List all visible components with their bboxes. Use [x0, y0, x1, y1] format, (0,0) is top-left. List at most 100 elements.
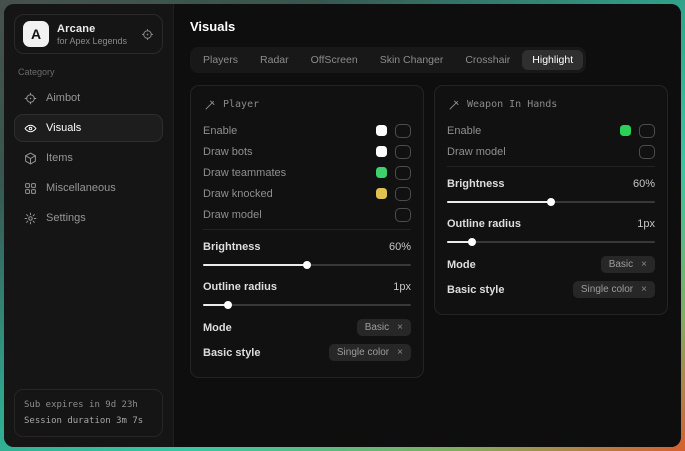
panel-player: PlayerEnableDraw botsDraw teammatesDraw …	[190, 85, 424, 378]
category-label: Category	[18, 67, 159, 77]
slider	[447, 237, 655, 247]
page-title: Visuals	[190, 19, 668, 34]
chip-row-mode: Mode Basic×	[203, 315, 411, 340]
app-name: Arcane	[57, 23, 127, 35]
setting-label: Draw bots	[203, 146, 253, 158]
setting-label: Basic style	[203, 347, 260, 359]
toggle-controls	[639, 145, 655, 159]
checkbox[interactable]	[639, 124, 655, 138]
checkbox[interactable]	[395, 208, 411, 222]
setting-label: Enable	[203, 125, 237, 137]
sidebar-nav: Aimbot VisualsItemsMiscellaneous Settings	[14, 84, 163, 234]
panel-header: Weapon In Hands	[447, 98, 655, 111]
tab-offscreen[interactable]: OffScreen	[301, 50, 368, 70]
close-icon[interactable]: ×	[397, 348, 403, 358]
tab-radar[interactable]: Radar	[250, 50, 299, 70]
chip-basic[interactable]: Basic×	[601, 256, 655, 273]
slider-track[interactable]	[447, 241, 655, 243]
slider-value: 1px	[637, 218, 655, 230]
tab-skin-changer[interactable]: Skin Changer	[370, 50, 454, 70]
sidebar-item-visuals[interactable]: Visuals	[14, 114, 163, 142]
chip-row-basic-style: Basic style Single color×	[447, 277, 655, 302]
toggle-row-draw-model: Draw model	[447, 141, 655, 162]
slider-fill	[447, 201, 551, 203]
chip-row-mode: Mode Basic×	[447, 252, 655, 277]
chip-single-color[interactable]: Single color ×	[329, 344, 411, 361]
toggle-controls	[376, 166, 411, 180]
gear-icon	[24, 212, 37, 225]
eye-icon	[24, 122, 37, 135]
tools-icon	[447, 98, 460, 111]
slider	[203, 300, 411, 310]
slider	[203, 260, 411, 270]
toggle-row-enable: Enable	[203, 120, 411, 141]
app-subtitle: for Apex Legends	[57, 36, 127, 46]
app-logo: A	[23, 21, 49, 47]
slider-label-row: Brightness60%	[447, 173, 655, 194]
tab-crosshair[interactable]: Crosshair	[455, 50, 520, 70]
sidebar-item-aimbot[interactable]: Aimbot	[14, 84, 163, 112]
color-swatch[interactable]	[376, 146, 387, 157]
close-icon[interactable]: ×	[397, 323, 403, 333]
sidebar-item-items[interactable]: Items	[14, 144, 163, 172]
sub-expiry-text: Sub expires in 9d 23h	[24, 397, 153, 413]
checkbox[interactable]	[639, 145, 655, 159]
close-icon[interactable]: ×	[641, 285, 647, 295]
setting-label: Draw model	[203, 209, 262, 221]
toggle-row-draw-bots: Draw bots	[203, 141, 411, 162]
slider-row-outline-radius: Outline radius1px	[447, 212, 655, 252]
session-duration-text: Session duration 3m 7s	[24, 413, 153, 429]
panel-weapon-in-hands: Weapon In HandsEnableDraw modelBrightnes…	[434, 85, 668, 315]
close-icon[interactable]: ×	[641, 260, 647, 270]
checkbox[interactable]	[395, 145, 411, 159]
subscription-info-card: Sub expires in 9d 23h Session duration 3…	[14, 389, 163, 437]
color-swatch[interactable]	[376, 188, 387, 199]
slider-label-row: Outline radius1px	[203, 276, 411, 297]
slider-label-row: Outline radius1px	[447, 213, 655, 234]
app-window: A Arcane for Apex Legends Category Aimbo…	[4, 4, 681, 447]
sidebar-item-label: Aimbot	[46, 92, 80, 104]
color-swatch[interactable]	[376, 125, 387, 136]
slider-row-brightness: Brightness60%	[447, 166, 655, 212]
main-content: Visuals PlayersRadarOffScreenSkin Change…	[174, 4, 681, 447]
slider-thumb[interactable]	[547, 198, 555, 206]
sidebar: A Arcane for Apex Legends Category Aimbo…	[4, 4, 174, 447]
toggle-row-draw-knocked: Draw knocked	[203, 183, 411, 204]
color-swatch[interactable]	[620, 125, 631, 136]
toggle-controls	[376, 124, 411, 138]
sidebar-item-settings[interactable]: Settings	[14, 204, 163, 232]
checkbox[interactable]	[395, 187, 411, 201]
setting-label: Draw model	[447, 146, 506, 158]
chip-label: Single color	[337, 347, 389, 358]
toggle-row-draw-model: Draw model	[203, 204, 411, 225]
tab-highlight[interactable]: Highlight	[522, 50, 583, 70]
slider-row-outline-radius: Outline radius1px	[203, 275, 411, 315]
slider-thumb[interactable]	[303, 261, 311, 269]
slider-thumb[interactable]	[468, 238, 476, 246]
sidebar-item-label: Settings	[46, 212, 86, 224]
toggle-controls	[376, 145, 411, 159]
chip-row-basic-style: Basic style Single color ×	[203, 340, 411, 365]
checkbox[interactable]	[395, 166, 411, 180]
slider-track[interactable]	[203, 304, 411, 306]
tab-players[interactable]: Players	[193, 50, 248, 70]
checkbox[interactable]	[395, 124, 411, 138]
toggle-controls	[376, 187, 411, 201]
panel-title: Player	[223, 99, 259, 110]
setting-label: Mode	[447, 259, 476, 271]
slider-fill	[203, 264, 307, 266]
setting-label: Basic style	[447, 284, 504, 296]
tab-bar: PlayersRadarOffScreenSkin ChangerCrossha…	[190, 47, 586, 73]
toggle-controls	[620, 124, 655, 138]
slider-thumb[interactable]	[224, 301, 232, 309]
color-swatch[interactable]	[376, 167, 387, 178]
grid-icon	[24, 182, 37, 195]
chip-basic[interactable]: Basic×	[357, 319, 411, 336]
target-icon[interactable]	[141, 28, 154, 41]
toggle-row-draw-teammates: Draw teammates	[203, 162, 411, 183]
setting-label: Mode	[203, 322, 232, 334]
setting-label: Brightness	[447, 178, 504, 190]
sidebar-item-miscellaneous[interactable]: Miscellaneous	[14, 174, 163, 202]
slider-row-brightness: Brightness60%	[203, 229, 411, 275]
chip-single-color[interactable]: Single color×	[573, 281, 655, 298]
